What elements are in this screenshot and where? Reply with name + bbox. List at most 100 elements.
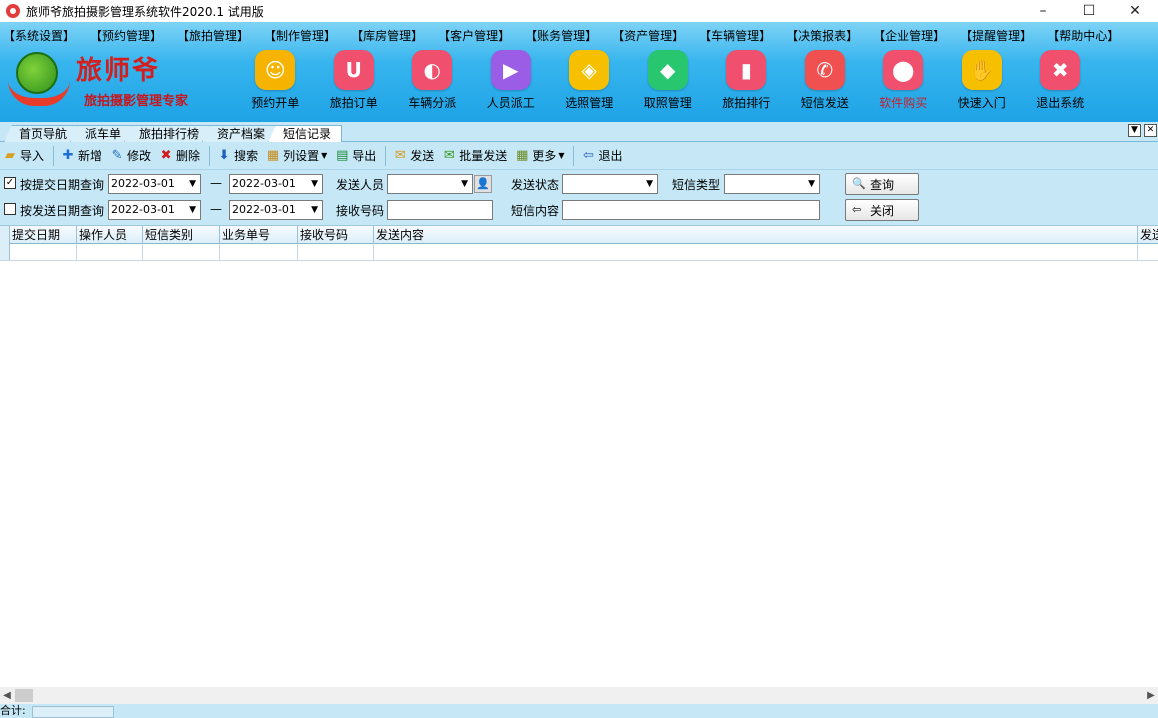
menu-assets[interactable]: 【资产管理】 (609, 27, 687, 45)
folder-open-icon: ▰ (5, 147, 15, 163)
tab-ranking[interactable]: 旅拍排行榜 (124, 125, 211, 142)
nav-car-button[interactable]: ◐ 车辆分派 (393, 50, 472, 111)
col-sms-category[interactable]: 短信类别 (143, 226, 220, 244)
sms-content-input[interactable] (562, 200, 820, 220)
sender-select[interactable]: ▼ (387, 174, 473, 194)
brand-logo: 旅师爷 旅拍摄影管理专家 (8, 50, 208, 112)
receiver-number-input[interactable] (387, 200, 493, 220)
table-cell[interactable] (220, 244, 298, 261)
scroll-thumb[interactable] (15, 689, 33, 702)
menu-warehouse[interactable]: 【库房管理】 (348, 27, 426, 45)
nav-order-button[interactable]: U 旅拍订单 (315, 50, 394, 111)
menu-system-settings[interactable]: 【系统设置】 (0, 27, 78, 45)
nav-calendar-button[interactable]: ☺ 预约开单 (236, 50, 315, 111)
export-button[interactable]: ▤ 导出 (332, 145, 379, 167)
total-value-box (32, 706, 114, 718)
column-settings-button[interactable]: ▦ 列设置 ▼ (263, 145, 330, 167)
send-date-to[interactable]: 2022-03-01 ▼ (229, 200, 323, 220)
scroll-right-icon[interactable]: ▶ (1144, 687, 1158, 704)
nav-staff-button[interactable]: ▶ 人员派工 (472, 50, 551, 111)
batch-send-button[interactable]: ✉ 批量发送 (439, 145, 510, 167)
submit-date-to[interactable]: 2022-03-01 ▼ (229, 174, 323, 194)
calendar-icon: ☺ (255, 50, 296, 90)
tab-close-icon[interactable]: ✕ (1144, 124, 1157, 137)
menu-travel-photo[interactable]: 【旅拍管理】 (174, 27, 252, 45)
search-button[interactable]: ⬇ 搜索 (214, 145, 261, 167)
table-row[interactable] (0, 244, 1158, 261)
close-button[interactable]: ⇦ 关闭 (845, 199, 919, 221)
col-send[interactable]: 发送 (1138, 226, 1158, 244)
submit-date-checkbox[interactable]: ✓ (4, 177, 16, 189)
table-cell[interactable] (143, 244, 220, 261)
quit-button[interactable]: ⇦ 退出 (578, 145, 625, 167)
col-submit-date[interactable]: 提交日期 (10, 226, 77, 244)
nav-photo-pickup-button[interactable]: ◆ 取照管理 (629, 50, 708, 111)
menu-reports[interactable]: 【决策报表】 (783, 27, 861, 45)
col-operator[interactable]: 操作人员 (77, 226, 143, 244)
sms-type-select[interactable]: ▼ (724, 174, 820, 194)
maximize-button[interactable]: ☐ (1066, 0, 1112, 22)
window-title: 旅师爷旅拍摄影管理系统软件2020.1 试用版 (26, 4, 264, 19)
scroll-left-icon[interactable]: ◀ (0, 687, 14, 704)
brand-title: 旅师爷 (76, 56, 161, 86)
menu-accounts[interactable]: 【账务管理】 (522, 27, 600, 45)
delete-button[interactable]: ✖ 删除 (156, 145, 203, 167)
menu-enterprise[interactable]: 【企业管理】 (870, 27, 948, 45)
menu-customer[interactable]: 【客户管理】 (435, 27, 513, 45)
nav-exit-button[interactable]: ✖ 退出系统 (1021, 50, 1100, 111)
menu-reservation[interactable]: 【预约管理】 (87, 27, 165, 45)
send-date-from[interactable]: 2022-03-01 ▼ (108, 200, 201, 220)
table-cell[interactable] (10, 244, 77, 261)
import-button[interactable]: ▰ 导入 (0, 145, 47, 167)
receiver-number-label: 接收号码 (336, 204, 385, 218)
col-order-number[interactable]: 业务单号 (220, 226, 298, 244)
person-picker-icon[interactable]: 👤 (474, 175, 492, 193)
purchase-icon: ⬤ (883, 50, 924, 90)
tab-sms-records[interactable]: 短信记录 (268, 125, 343, 143)
send-status-select[interactable]: ▼ (562, 174, 658, 194)
sms-record-grid: 提交日期 操作人员 短信类别 业务单号 接收号码 发送内容 发送 (0, 225, 1158, 687)
more-button[interactable]: ▦ 更多 ▼ (512, 145, 567, 167)
magnifier-doc-icon: 🔍 (852, 177, 866, 190)
table-cell[interactable] (374, 244, 1138, 261)
menu-production[interactable]: 【制作管理】 (261, 27, 339, 45)
nav-sms-button[interactable]: ✆ 短信发送 (786, 50, 865, 111)
col-send-content[interactable]: 发送内容 (374, 226, 1138, 244)
send-date-checkbox[interactable] (4, 203, 16, 215)
filter-row-1: ✓ 按提交日期查询 2022-03-01 ▼ — 2022-03-01 ▼ 发送人员… (0, 173, 1158, 195)
nav-label: 旅拍排行 (722, 96, 771, 110)
tab-strip: 首页导航 派车单 旅拍排行榜 资产档案 短信记录 ▼ ✕ (0, 122, 1158, 143)
nav-quickstart-button[interactable]: ✋ 快速入门 (943, 50, 1022, 111)
nav-photo-select-button[interactable]: ◈ 选照管理 (550, 50, 629, 111)
tab-home-nav[interactable]: 首页导航 (4, 125, 79, 142)
close-window-button[interactable]: ✕ (1112, 0, 1158, 22)
nav-ranking-button[interactable]: ▮ 旅拍排行 (707, 50, 786, 111)
submit-date-label: 按提交日期查询 (20, 178, 105, 192)
minimize-button[interactable]: – (1020, 0, 1066, 22)
filter-panel: ✓ 按提交日期查询 2022-03-01 ▼ — 2022-03-01 ▼ 发送人员… (0, 170, 1158, 225)
menu-reminders[interactable]: 【提醒管理】 (957, 27, 1035, 45)
menu-vehicles[interactable]: 【车辆管理】 (696, 27, 774, 45)
nav-label: 短信发送 (800, 96, 849, 110)
menu-help[interactable]: 【帮助中心】 (1044, 27, 1122, 45)
tab-assets[interactable]: 资产档案 (202, 125, 277, 142)
toolbar-separator (573, 145, 575, 166)
table-cell[interactable] (77, 244, 143, 261)
nav-label: 旅拍订单 (329, 96, 378, 110)
nav-purchase-button[interactable]: ⬤ 软件购买 (864, 50, 943, 111)
submit-date-from[interactable]: 2022-03-01 ▼ (108, 174, 201, 194)
send-button[interactable]: ✉ 发送 (390, 145, 437, 167)
add-button[interactable]: ✚ 新增 (58, 145, 105, 167)
photo-select-icon: ◈ (569, 50, 610, 90)
table-cell[interactable] (298, 244, 374, 261)
horizontal-scrollbar[interactable]: ◀ ▶ (0, 687, 1158, 704)
tab-dispatch[interactable]: 派车单 (70, 125, 133, 142)
query-button[interactable]: 🔍 查询 (845, 173, 919, 195)
col-receiver-number[interactable]: 接收号码 (298, 226, 374, 244)
brand-subtitle: 旅拍摄影管理专家 (84, 94, 189, 109)
tab-list-dropdown-icon[interactable]: ▼ (1128, 124, 1141, 137)
total-label: 合计: (0, 704, 26, 717)
nav-label: 预约开单 (251, 96, 300, 110)
edit-button[interactable]: ✎ 修改 (107, 145, 154, 167)
exit-door-icon: ⇦ (852, 203, 862, 216)
